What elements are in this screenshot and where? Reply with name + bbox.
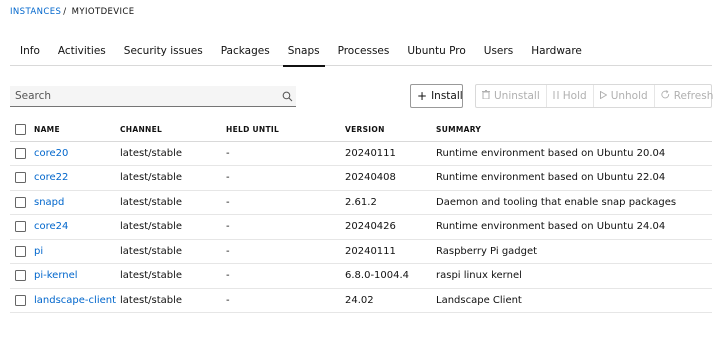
tab-activities[interactable]: Activities (49, 44, 115, 66)
tab-packages[interactable]: Packages (212, 44, 279, 66)
snap-held-until: - (226, 190, 345, 215)
trash-icon (482, 90, 490, 102)
table-header-row: NAME CHANNEL HELD UNTIL VERSION SUMMARY (10, 119, 712, 142)
refresh-icon (661, 90, 670, 102)
tab-ubuntu-pro[interactable]: Ubuntu Pro (398, 44, 474, 66)
snap-held-until: - (226, 288, 345, 313)
snap-channel: latest/stable (120, 214, 226, 240)
column-header-name: NAME (34, 119, 120, 142)
table-row: core20 latest/stable - 20240111 Runtime … (10, 141, 712, 166)
select-all-checkbox[interactable] (15, 124, 26, 136)
snap-version: 20240426 (345, 214, 436, 240)
snap-held-until: - (226, 263, 345, 289)
snap-held-until: - (226, 165, 345, 191)
table-row: snapd latest/stable - 2.61.2 Daemon and … (10, 190, 712, 215)
refresh-label: Refresh (673, 90, 714, 102)
column-header-channel: CHANNEL (120, 119, 226, 142)
snap-actions-group: Uninstall Hold Unhold Refresh (475, 84, 713, 108)
snap-version: 20240111 (345, 239, 436, 264)
snap-summary: Landscape Client (436, 288, 712, 313)
snap-version: 20240408 (345, 165, 436, 191)
uninstall-label: Uninstall (494, 90, 540, 102)
snap-summary: Runtime environment based on Ubuntu 24.0… (436, 214, 712, 240)
tab-hardware[interactable]: Hardware (522, 44, 591, 66)
tab-info[interactable]: Info (10, 44, 49, 66)
snap-name-link[interactable]: pi-kernel (34, 270, 78, 281)
snap-held-until: - (226, 239, 345, 264)
snap-name-link[interactable]: core24 (34, 221, 68, 232)
tab-bar: Info Activities Security issues Packages… (10, 44, 712, 67)
column-header-version: VERSION (345, 119, 436, 142)
table-row: core24 latest/stable - 20240426 Runtime … (10, 214, 712, 240)
snap-channel: latest/stable (120, 141, 226, 166)
tab-snaps[interactable]: Snaps (279, 44, 329, 67)
snap-name-link[interactable]: core20 (34, 148, 68, 159)
row-checkbox[interactable] (15, 147, 26, 159)
breadcrumb-separator: / (63, 7, 67, 17)
refresh-button[interactable]: Refresh (653, 85, 720, 107)
hold-button[interactable]: Hold (545, 85, 593, 107)
unhold-label: Unhold (610, 90, 648, 102)
snap-held-until: - (226, 214, 345, 240)
breadcrumb-instances-link[interactable]: INSTANCES (10, 7, 61, 17)
play-icon (599, 90, 608, 102)
snap-summary: Daemon and tooling that enable snap pack… (436, 190, 712, 215)
search-icon[interactable] (278, 91, 296, 102)
snap-channel: latest/stable (120, 263, 226, 289)
snap-channel: latest/stable (120, 165, 226, 191)
row-checkbox[interactable] (15, 221, 26, 232)
snap-name-link[interactable]: core22 (34, 172, 68, 183)
hold-label: Hold (562, 90, 587, 102)
snap-summary: raspi linux kernel (436, 263, 712, 289)
search-input[interactable] (10, 86, 278, 106)
snap-held-until: - (226, 141, 345, 166)
snap-summary: Runtime environment based on Ubuntu 22.0… (436, 165, 712, 191)
row-checkbox[interactable] (15, 196, 26, 208)
search-box (10, 86, 296, 107)
row-checkbox[interactable] (15, 245, 26, 257)
row-checkbox[interactable] (15, 172, 26, 183)
plus-icon: + (417, 89, 428, 103)
snap-version: 20240111 (345, 141, 436, 166)
breadcrumb-current: MYIOTDEVICE (71, 7, 135, 17)
row-checkbox[interactable] (15, 294, 26, 306)
tab-processes[interactable]: Processes (329, 44, 399, 66)
install-label: Install (431, 90, 463, 102)
snap-channel: latest/stable (120, 288, 226, 313)
table-row: pi latest/stable - 20240111 Raspberry Pi… (10, 239, 712, 264)
unhold-button[interactable]: Unhold (592, 85, 654, 107)
snap-name-link[interactable]: pi (34, 246, 43, 257)
snaps-table: NAME CHANNEL HELD UNTIL VERSION SUMMARY … (10, 119, 712, 313)
breadcrumb: INSTANCES / MYIOTDEVICE (10, 7, 135, 17)
tab-security-issues[interactable]: Security issues (115, 44, 212, 66)
snap-channel: latest/stable (120, 239, 226, 264)
column-header-held-until: HELD UNTIL (226, 119, 345, 142)
row-checkbox[interactable] (15, 270, 26, 281)
snap-version: 6.8.0-1004.4 (345, 263, 436, 289)
column-header-summary: SUMMARY (436, 119, 712, 142)
table-row: landscape-client latest/stable - 24.02 L… (10, 288, 712, 313)
snap-summary: Raspberry Pi gadget (436, 239, 712, 264)
snap-version: 24.02 (345, 288, 436, 313)
uninstall-button[interactable]: Uninstall (476, 85, 546, 107)
snap-summary: Runtime environment based on Ubuntu 20.0… (436, 141, 712, 166)
snap-name-link[interactable]: snapd (34, 197, 64, 208)
pause-icon (553, 90, 559, 102)
snap-version: 2.61.2 (345, 190, 436, 215)
install-button[interactable]: + Install (410, 84, 463, 108)
table-row: pi-kernel latest/stable - 6.8.0-1004.4 r… (10, 263, 712, 289)
table-row: core22 latest/stable - 20240408 Runtime … (10, 165, 712, 191)
tab-users[interactable]: Users (475, 44, 522, 66)
snap-channel: latest/stable (120, 190, 226, 215)
snap-name-link[interactable]: landscape-client (34, 295, 116, 306)
